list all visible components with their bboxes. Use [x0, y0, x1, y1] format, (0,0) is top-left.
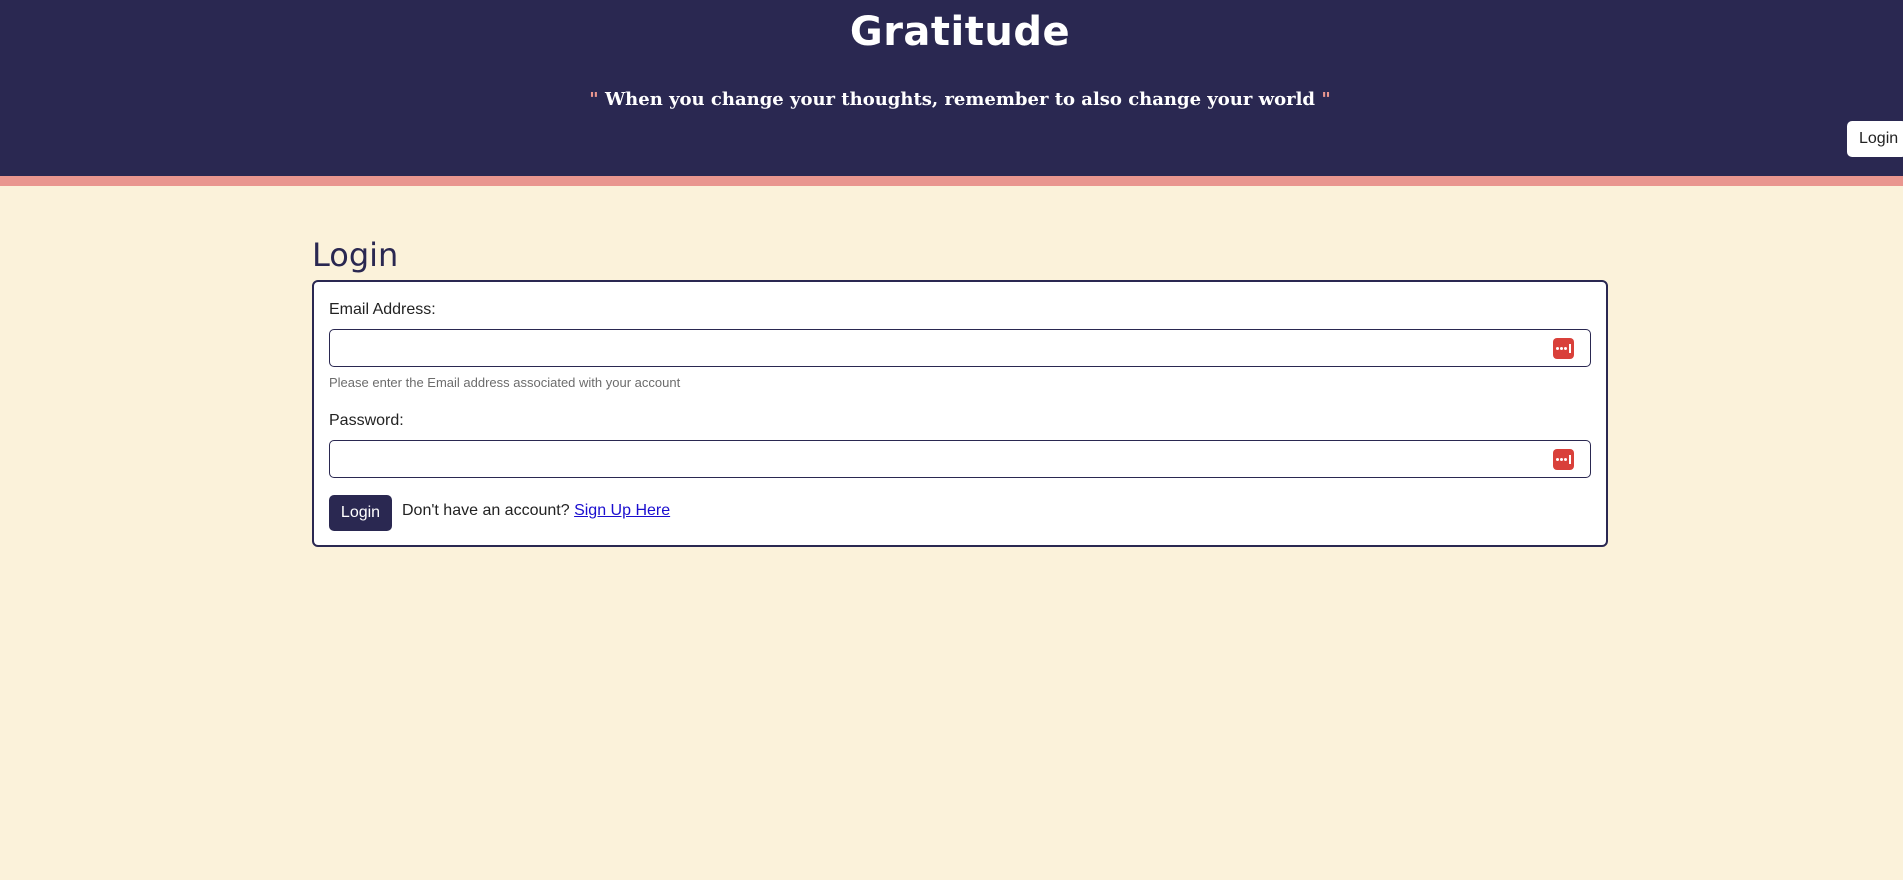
site-title: Gratitude — [849, 9, 1071, 55]
signup-row: Don't have an account? Sign Up Here — [402, 500, 670, 522]
login-submit-button[interactable]: Login — [329, 495, 392, 531]
email-help-text: Please enter the Email address associate… — [329, 375, 681, 390]
header-accent-stripe — [0, 176, 1903, 186]
page-title: Login — [312, 236, 399, 274]
site-header: Gratitude " When you change your thought… — [0, 0, 1903, 176]
password-manager-icon[interactable] — [1553, 449, 1574, 470]
signup-link[interactable]: Sign Up Here — [574, 502, 670, 519]
quote-open-mark: " — [589, 89, 599, 110]
email-field[interactable] — [340, 331, 1544, 367]
quote-text: When you change your thoughts, remember … — [604, 89, 1316, 110]
header-quote: " When you change your thoughts, remembe… — [0, 87, 1903, 113]
quote-close-mark: " — [1321, 89, 1331, 110]
password-field[interactable] — [340, 442, 1544, 478]
password-field-wrapper — [329, 440, 1591, 478]
password-label: Password: — [329, 412, 404, 429]
header-login-button[interactable]: Login — [1847, 121, 1903, 157]
email-label: Email Address: — [329, 301, 436, 318]
email-field-wrapper — [329, 329, 1591, 367]
password-manager-icon[interactable] — [1553, 338, 1574, 359]
signup-prompt: Don't have an account? — [402, 502, 570, 519]
login-form-card: Email Address: Please enter the Email ad… — [312, 280, 1608, 547]
